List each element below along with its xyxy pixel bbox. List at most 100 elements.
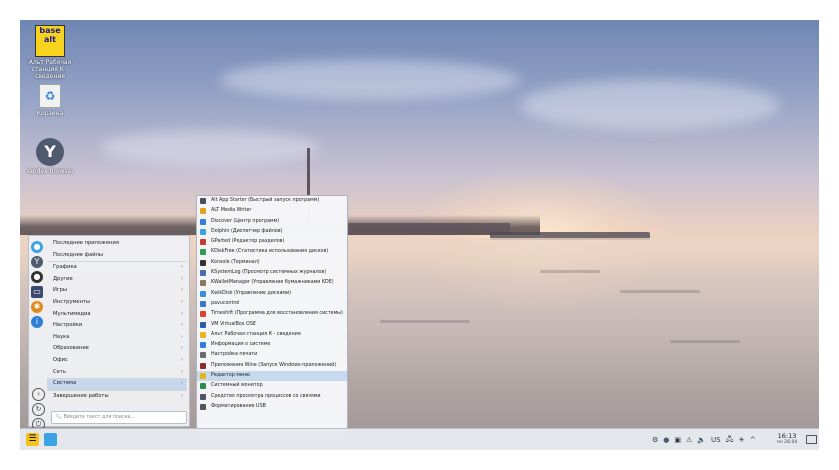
info-fav-icon[interactable]: i: [31, 316, 43, 328]
search-icon: 🔍︎: [56, 415, 64, 420]
submenu-item[interactable]: Dolphin (Диспетчер файлов): [197, 227, 347, 237]
category-list: Последние приложения Последние файлы Графи…: [47, 238, 187, 402]
submenu-item[interactable]: GParted (Редактор разделов): [197, 237, 347, 247]
category-label: Сеть: [53, 368, 66, 375]
chevron-right-icon: ›: [180, 287, 183, 294]
submenu-item-label: Приложения Wine (Запуск Windows-приложен…: [211, 362, 337, 368]
settings-fav-icon[interactable]: ✱: [31, 301, 43, 313]
category-item[interactable]: Наука ›: [47, 332, 187, 344]
chevron-right-icon: ›: [180, 368, 183, 375]
submenu-item[interactable]: Timeshift (Программа для восстановления …: [197, 309, 347, 319]
yandex-tray-icon[interactable]: ●: [663, 436, 669, 444]
chevron-right-icon: ›: [180, 310, 183, 317]
security-icon[interactable]: ⚠: [686, 436, 692, 444]
desktop-icon-alt-info[interactable]: base alt Альт Рабочая станция К - сведен…: [20, 25, 80, 80]
lock-icon[interactable]: ‹: [32, 388, 45, 401]
chevron-right-icon: ›: [180, 298, 183, 305]
submenu-item[interactable]: Системный монитор: [197, 381, 347, 391]
category-item[interactable]: Другие ›: [47, 274, 187, 286]
submenu-item-label: Timeshift (Программа для восстановления …: [211, 311, 343, 317]
category-item[interactable]: Мультимедиа ›: [47, 309, 187, 321]
category-label: Наука: [53, 333, 70, 340]
submenu-item[interactable]: Средство просмотра процессов со связями: [197, 392, 347, 402]
submenu-item-label: KWalletManager (Управление бумажниками K…: [211, 280, 334, 286]
submenu-item[interactable]: KDiskFree (Статистика использования диск…: [197, 247, 347, 257]
submenu-item[interactable]: KwikDisk (Управление дисками): [197, 289, 347, 299]
chevron-right-icon: ›: [180, 380, 183, 387]
category-item[interactable]: Офис ›: [47, 355, 187, 367]
clock-date: пн 28.04: [776, 440, 798, 445]
clipboard-icon[interactable]: ▣: [674, 436, 681, 444]
desktop-icon-yandex[interactable]: Y Yandex Browser: [20, 138, 80, 175]
submenu-item[interactable]: Приложения Wine (Запуск Windows-приложен…: [197, 361, 347, 371]
submenu-item-label: Настройка печати: [211, 352, 258, 358]
app-icon: [200, 311, 206, 318]
brightness-icon[interactable]: ☀: [738, 436, 744, 444]
submenu-item[interactable]: Форматирование USB: [197, 402, 347, 412]
category-label: Завершение работы: [53, 392, 109, 399]
category-item[interactable]: Настройки ›: [47, 320, 187, 332]
chevron-right-icon: ›: [180, 345, 183, 352]
category-item[interactable]: Последние файлы: [47, 250, 187, 262]
submenu-item-label: Редактор меню: [211, 373, 251, 379]
app-icon: [200, 280, 206, 287]
dolphin-fav-icon[interactable]: ●: [31, 241, 43, 253]
chevron-right-icon: ›: [180, 356, 183, 363]
app-icon: [200, 259, 206, 266]
submenu-item-label: Средство просмотра процессов со связями: [211, 393, 321, 399]
category-item[interactable]: Система ›: [47, 378, 187, 390]
search-input[interactable]: 🔍︎ Введите текст для поиска...: [51, 411, 187, 424]
category-label: Графика: [53, 264, 77, 271]
submenu-item[interactable]: Редактор меню: [197, 371, 347, 382]
category-label: Другие: [53, 275, 73, 282]
submenu-item[interactable]: Настройка печати: [197, 350, 347, 360]
system-submenu: Alt App Starter (Быстрый запуск программ…: [196, 195, 348, 433]
chevron-right-icon: ›: [180, 275, 183, 282]
app-icon: [200, 208, 206, 215]
clock[interactable]: 16:13 пн 28.04: [772, 432, 802, 446]
network-icon[interactable]: 🖧: [726, 435, 734, 446]
app-icon: [200, 249, 206, 256]
submenu-item[interactable]: Discover (Центр программ): [197, 217, 347, 227]
submenu-item-label: KSystemLog (Просмотр системных журналов): [211, 270, 327, 276]
system-tray: ⚙ ● ▣ ⚠ 🔈 US 🖧 ☀ ^: [652, 434, 756, 446]
category-item[interactable]: Игры ›: [47, 285, 187, 297]
category-item[interactable]: Графика ›: [47, 261, 187, 274]
tray-expand-icon[interactable]: ^: [750, 436, 756, 444]
submenu-item[interactable]: Konsole (Терминал): [197, 258, 347, 268]
submenu-item-label: Dolphin (Диспетчер файлов): [211, 228, 283, 234]
category-item[interactable]: Последние приложения: [47, 238, 187, 250]
submenu-item-label: GParted (Редактор разделов): [211, 239, 285, 245]
show-desktop-button[interactable]: [806, 435, 817, 444]
category-item[interactable]: Образование ›: [47, 343, 187, 355]
file-manager-icon[interactable]: [44, 433, 57, 446]
submenu-item[interactable]: Alt App Starter (Быстрый запуск программ…: [197, 196, 347, 206]
desktop-icon-label: Корзина: [36, 110, 64, 117]
category-item[interactable]: Сеть ›: [47, 367, 187, 379]
yandex-fav-icon[interactable]: Y: [31, 256, 43, 268]
keyboard-layout[interactable]: US: [711, 436, 721, 444]
ice-floe: [620, 290, 700, 293]
app-icon: [200, 228, 206, 235]
submenu-item-label: ALT Media Writer: [211, 208, 252, 214]
restart-icon[interactable]: ↻: [32, 403, 45, 416]
volume-icon[interactable]: 🔈: [697, 436, 706, 444]
category-item[interactable]: Завершение работы ›: [47, 389, 187, 403]
submenu-item[interactable]: Альт Рабочая станция К - сведения: [197, 330, 347, 340]
network-settings-icon[interactable]: ⚙: [652, 436, 658, 444]
submenu-item[interactable]: KWalletManager (Управление бумажниками K…: [197, 278, 347, 288]
submenu-item[interactable]: KSystemLog (Просмотр системных журналов): [197, 268, 347, 278]
ice-floe: [540, 270, 600, 273]
submenu-item[interactable]: ALT Media Writer: [197, 206, 347, 216]
start-menu-button[interactable]: ☰: [26, 433, 39, 446]
desktop-icon-trash[interactable]: ♻ Корзина: [20, 84, 80, 117]
submenu-item[interactable]: Информация о системе: [197, 340, 347, 350]
desktop-icon-label: Yandex Browser: [26, 168, 74, 175]
submenu-item[interactable]: VM VirtualBox OSE: [197, 320, 347, 330]
category-item[interactable]: Инструменты ›: [47, 297, 187, 309]
submenu-item-label: KDiskFree (Статистика использования диск…: [211, 249, 329, 255]
app-icon: [200, 373, 206, 380]
discover-fav-icon[interactable]: ●: [31, 271, 43, 283]
monitor-fav-icon[interactable]: ▭: [31, 286, 43, 298]
submenu-item[interactable]: pavucontrol: [197, 299, 347, 309]
